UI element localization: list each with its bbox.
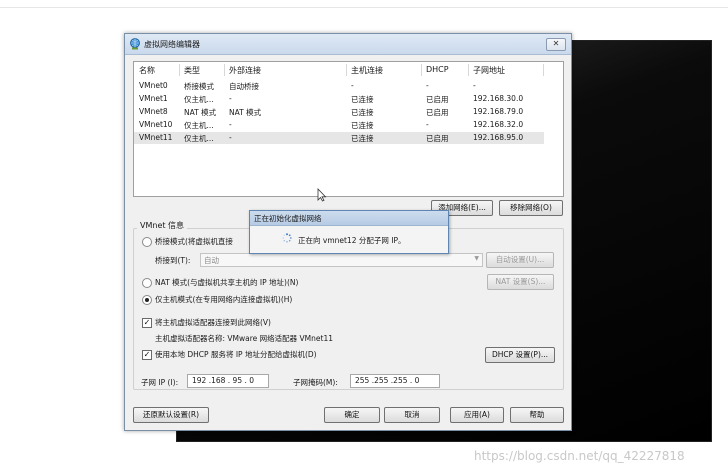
row-dhcp: - (426, 81, 429, 90)
popup-message: 正在向 vmnet12 分配子网 IP。 (298, 236, 406, 245)
column-header-name[interactable]: 名称 (139, 65, 155, 76)
nat-settings-button[interactable]: NAT 设置(S)... (487, 274, 554, 290)
host-only-mode-label: 仅主机模式(在专用网络内连接虚拟机)(H) (155, 295, 293, 304)
subnet-ip-value: 192 .168 . 95 . 0 (192, 376, 255, 385)
initializing-network-popup: 正在初始化虚拟网络 正在向 vmnet12 分配子网 IP。 (249, 210, 449, 254)
row-dhcp: 已启用 (426, 108, 449, 117)
column-header-external[interactable]: 外部连接 (229, 65, 261, 76)
mouse-pointer-icon (317, 188, 327, 202)
bridged-to-value: 自动 (204, 256, 219, 265)
row-dhcp: 已启用 (426, 134, 449, 143)
row-external: - (229, 94, 232, 103)
dialog-titlebar[interactable]: 虚拟网络编辑器 ✕ (125, 34, 571, 55)
row-host: 已连接 (351, 95, 374, 104)
row-type: NAT 模式 (184, 108, 217, 117)
row-name: VMnet1 (139, 94, 168, 103)
dhcp-checkbox[interactable]: ✓ (142, 350, 152, 360)
dhcp-settings-button[interactable]: DHCP 设置(P)... (485, 347, 555, 363)
row-subnet: 192.168.32.0 (473, 120, 524, 129)
apply-button[interactable]: 应用(A) (450, 407, 504, 423)
subnet-mask-label: 子网掩码(M): (293, 378, 338, 387)
popup-title: 正在初始化虚拟网络 (254, 214, 322, 223)
bridged-mode-label: 桥接模式(将虚拟机直接 (155, 237, 233, 246)
row-type: 桥接模式 (184, 82, 214, 91)
ok-button[interactable]: 确定 (324, 407, 380, 423)
network-globe-icon (130, 38, 140, 50)
watermark: https://blog.csdn.net/qq_42227818 (474, 449, 685, 463)
close-icon: ✕ (552, 39, 560, 48)
row-name: VMnet11 (139, 133, 173, 142)
row-host: 已连接 (351, 134, 374, 143)
row-dhcp: - (426, 120, 429, 129)
column-header-host[interactable]: 主机连接 (351, 65, 383, 76)
cancel-button[interactable]: 取消 (384, 407, 440, 423)
dialog-title: 虚拟网络编辑器 (144, 40, 200, 49)
column-header-type[interactable]: 类型 (184, 65, 200, 76)
subnet-ip-input[interactable]: 192 .168 . 95 . 0 (187, 374, 269, 388)
restore-defaults-button[interactable]: 还原默认设置(R) (133, 407, 209, 423)
row-subnet: - (473, 81, 476, 90)
connect-adapter-label: 将主机虚拟适配器连接到此网络(V) (155, 318, 271, 327)
row-type: 仅主机... (184, 134, 214, 143)
row-dhcp: 已启用 (426, 95, 449, 104)
row-type: 仅主机... (184, 121, 214, 130)
table-row-selected[interactable]: VMnet11 仅主机... - 已连接 已启用 192.168.95.0 (134, 132, 544, 144)
popup-titlebar[interactable]: 正在初始化虚拟网络 (250, 211, 448, 226)
row-external: - (229, 133, 232, 142)
bridged-to-label: 桥接到(T): (155, 256, 191, 265)
row-name: VMnet0 (139, 81, 168, 90)
page-top-divider (0, 7, 728, 8)
loading-spinner-icon (282, 233, 292, 243)
network-list[interactable]: 名称 类型 外部连接 主机连接 DHCP 子网地址 VMnet0 桥接模式 自动… (133, 61, 564, 202)
table-row[interactable]: VMnet1 仅主机... - 已连接 已启用 192.168.30.0 (134, 93, 544, 105)
subnet-mask-input[interactable]: 255 .255 .255 . 0 (350, 374, 440, 388)
nat-mode-radio[interactable] (142, 278, 152, 288)
row-host: 已连接 (351, 121, 374, 130)
connect-adapter-checkbox[interactable]: ✓ (142, 318, 152, 328)
row-subnet: 192.168.30.0 (473, 94, 524, 103)
dhcp-label: 使用本地 DHCP 服务将 IP 地址分配给虚拟机(D) (155, 350, 317, 359)
row-name: VMnet8 (139, 107, 168, 116)
row-subnet: 192.168.95.0 (473, 133, 524, 142)
close-button[interactable]: ✕ (546, 38, 566, 51)
bridged-to-select[interactable]: 自动 ▼ (200, 253, 483, 267)
row-subnet: 192.168.79.0 (473, 107, 524, 116)
row-host: - (351, 81, 354, 90)
auto-settings-button[interactable]: 自动设置(U)... (486, 252, 554, 268)
nat-mode-label: NAT 模式(与虚拟机共享主机的 IP 地址)(N) (155, 278, 299, 287)
host-only-mode-radio[interactable] (142, 295, 152, 305)
row-name: VMnet10 (139, 120, 173, 129)
network-list-header: 名称 类型 外部连接 主机连接 DHCP 子网地址 (134, 62, 544, 76)
column-header-dhcp[interactable]: DHCP (426, 65, 449, 74)
subnet-ip-label: 子网 IP (I): (141, 378, 179, 387)
chevron-down-icon: ▼ (474, 255, 479, 262)
column-header-subnet[interactable]: 子网地址 (473, 65, 505, 76)
subnet-mask-value: 255 .255 .255 . 0 (355, 376, 420, 385)
vmnet-info-legend: VMnet 信息 (137, 220, 188, 231)
virtual-network-editor-dialog: 虚拟网络编辑器 ✕ 名称 类型 外部连接 主机连接 DHCP 子网地址 VMne… (124, 33, 572, 431)
row-type: 仅主机... (184, 95, 214, 104)
help-button[interactable]: 帮助 (510, 407, 564, 423)
table-row[interactable]: VMnet10 仅主机... - 已连接 - 192.168.32.0 (134, 119, 544, 131)
row-external: NAT 模式 (229, 108, 262, 117)
row-external: - (229, 120, 232, 129)
row-external: 自动桥接 (229, 82, 259, 91)
adapter-name-label: 主机虚拟适配器名称: VMware 网络适配器 VMnet11 (155, 334, 333, 343)
table-row[interactable]: VMnet8 NAT 模式 NAT 模式 已连接 已启用 192.168.79.… (134, 106, 544, 118)
remove-network-button[interactable]: 移除网络(O) (499, 200, 563, 216)
bridged-mode-radio[interactable] (142, 237, 152, 247)
row-host: 已连接 (351, 108, 374, 117)
table-row[interactable]: VMnet0 桥接模式 自动桥接 - - - (134, 80, 544, 92)
